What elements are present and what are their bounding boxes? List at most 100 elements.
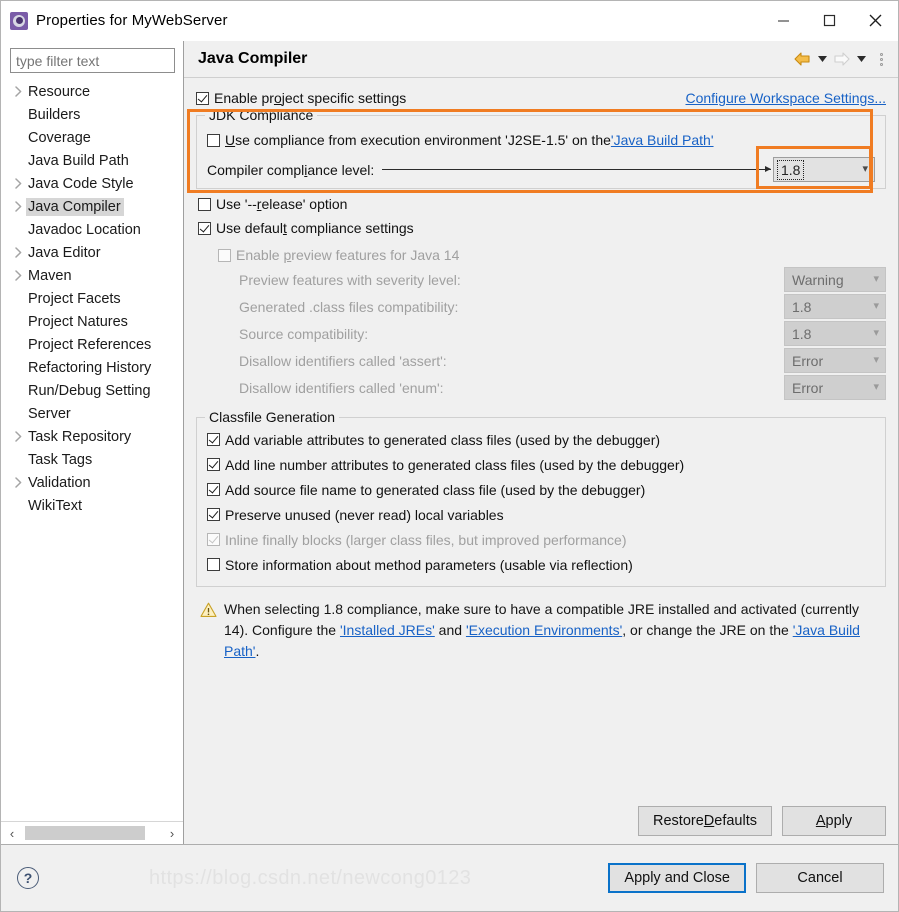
classfile-option-checkbox[interactable] (207, 433, 220, 446)
back-arrow-icon[interactable] (793, 48, 812, 70)
enable-preview-features-row: Enable preview features for Java 14 (198, 244, 886, 266)
chevron-right-icon[interactable] (11, 270, 26, 281)
sidebar-item-validation[interactable]: Validation (1, 471, 183, 494)
close-button[interactable] (852, 2, 898, 40)
compliance-option-label: Disallow identifiers called 'enum': (239, 379, 444, 396)
title-bar: Properties for MyWebServer (1, 1, 898, 41)
cancel-button[interactable]: Cancel (756, 863, 884, 893)
compliance-option-value: Error (792, 379, 824, 396)
apply-button[interactable]: Apply (782, 806, 886, 836)
page-nav-toolbar (793, 48, 889, 70)
sidebar-item-label: Project Natures (28, 313, 128, 330)
sidebar-item-label: Coverage (28, 129, 91, 146)
compliance-option-row: Preview features with severity level: War… (198, 266, 886, 293)
minimize-button[interactable] (760, 2, 806, 40)
installed-jres-link[interactable]: 'Installed JREs' (340, 622, 435, 638)
scroll-left-icon[interactable]: ‹ (1, 822, 23, 844)
compliance-option-value: 1.8 (792, 298, 812, 315)
chevron-right-icon[interactable] (11, 178, 26, 189)
sidebar-item-project-natures[interactable]: Project Natures (1, 310, 183, 333)
sidebar-item-project-facets[interactable]: Project Facets (1, 287, 183, 310)
settings-page-pane: Java Compiler Enable project specific se… (184, 41, 898, 844)
chevron-down-icon: ▾ (873, 327, 879, 339)
chevron-right-icon[interactable] (11, 477, 26, 488)
sidebar-item-label: WikiText (28, 497, 82, 514)
compiler-compliance-level-dropdown[interactable]: 1.8 ▾ (773, 157, 875, 182)
enable-project-specific-row: Enable project specific settings Configu… (196, 87, 886, 109)
use-execution-environment-checkbox[interactable] (207, 133, 220, 147)
configure-workspace-settings-link[interactable]: Configure Workspace Settings... (685, 90, 886, 106)
sidebar-item-project-references[interactable]: Project References (1, 333, 183, 356)
jdk-compliance-group: JDK Compliance Use compliance from execu… (196, 107, 886, 189)
sidebar-item-label: Javadoc Location (28, 221, 141, 238)
back-history-chevron-down-icon[interactable] (814, 48, 830, 70)
compliance-option-row: Source compatibility: 1.8 ▾ (198, 320, 886, 347)
sidebar-item-java-build-path[interactable]: Java Build Path (1, 149, 183, 172)
forward-history-chevron-down-icon[interactable] (853, 48, 869, 70)
sidebar-item-resource[interactable]: Resource (1, 80, 183, 103)
warning-icon (200, 602, 218, 662)
chevron-right-icon[interactable] (11, 431, 26, 442)
compliance-option-label: Source compatibility: (239, 325, 369, 342)
sidebar-item-java-compiler[interactable]: Java Compiler (1, 195, 183, 218)
sidebar-item-maven[interactable]: Maven (1, 264, 183, 287)
compliance-option-dropdown[interactable]: 1.8 ▾ (784, 321, 886, 346)
classfile-option-label: Store information about method parameter… (225, 556, 633, 573)
maximize-button[interactable] (806, 2, 852, 40)
classfile-option-checkbox[interactable] (207, 508, 220, 521)
sidebar-item-java-code-style[interactable]: Java Code Style (1, 172, 183, 195)
compliance-option-dropdown[interactable]: Error ▾ (784, 348, 886, 373)
classfile-option-label: Preserve unused (never read) local varia… (225, 506, 504, 523)
use-release-option-checkbox[interactable] (198, 197, 211, 211)
compliance-option-dropdown[interactable]: Warning ▾ (784, 267, 886, 292)
scroll-right-icon[interactable]: › (161, 822, 183, 844)
sidebar-item-java-editor[interactable]: Java Editor (1, 241, 183, 264)
chevron-right-icon[interactable] (11, 201, 26, 212)
sidebar-item-label: Java Build Path (28, 152, 129, 169)
classfile-generation-options: Add variable attributes to generated cla… (207, 418, 875, 577)
sidebar-item-task-tags[interactable]: Task Tags (1, 448, 183, 471)
sidebar-item-coverage[interactable]: Coverage (1, 126, 183, 149)
scrollbar-track[interactable] (23, 826, 161, 840)
use-default-compliance-checkbox[interactable] (198, 221, 211, 235)
compliance-option-row: Disallow identifiers called 'enum': Error… (198, 374, 886, 401)
enable-preview-features-checkbox[interactable] (218, 248, 231, 262)
sidebar-item-label: Refactoring History (28, 359, 152, 376)
sidebar-item-wikitext[interactable]: WikiText (1, 494, 183, 517)
sidebar-item-builders[interactable]: Builders (1, 103, 183, 126)
sidebar-item-label: Project References (28, 336, 152, 353)
sidebar-item-label: Task Repository (28, 428, 132, 445)
sidebar-item-task-repository[interactable]: Task Repository (1, 425, 183, 448)
jdk-compliance-title: JDK Compliance (205, 107, 318, 123)
disabled-compliance-options: Preview features with severity level: War… (198, 266, 886, 401)
apply-and-close-button[interactable]: Apply and Close (608, 863, 746, 893)
classfile-option-checkbox[interactable] (207, 483, 220, 496)
compliance-option-dropdown[interactable]: 1.8 ▾ (784, 294, 886, 319)
classfile-option-checkbox[interactable] (207, 558, 220, 571)
chevron-down-icon: ▾ (873, 354, 879, 366)
view-menu-icon[interactable] (873, 48, 889, 70)
jdk-compliance-inner: Use compliance from execution environmen… (207, 116, 875, 182)
chevron-right-icon[interactable] (11, 247, 26, 258)
help-icon[interactable]: ? (17, 867, 39, 889)
sidebar-item-server[interactable]: Server (1, 402, 183, 425)
chevron-right-icon[interactable] (11, 86, 26, 97)
tree-horizontal-scrollbar[interactable]: ‹ › (1, 821, 183, 844)
settings-tree[interactable]: Resource Builders Coverage Java Build Path J… (1, 78, 183, 821)
enable-project-specific-checkbox[interactable] (196, 91, 209, 105)
filter-input[interactable] (10, 48, 175, 73)
use-release-option-label: Use '--release' option (216, 196, 348, 212)
compliance-option-dropdown[interactable]: Error ▾ (784, 375, 886, 400)
execution-environments-link[interactable]: 'Execution Environments' (466, 622, 622, 638)
use-execution-environment-row: Use compliance from execution environmen… (207, 129, 875, 151)
classfile-option-checkbox[interactable] (207, 458, 220, 471)
forward-arrow-icon[interactable] (832, 48, 851, 70)
sidebar-item-javadoc-location[interactable]: Javadoc Location (1, 218, 183, 241)
sidebar-item-refactoring-history[interactable]: Refactoring History (1, 356, 183, 379)
sidebar-item-run-debug-setting[interactable]: Run/Debug Setting (1, 379, 183, 402)
scrollbar-thumb[interactable] (25, 826, 145, 840)
use-release-option-row: Use '--release' option (198, 193, 886, 215)
java-build-path-link-1[interactable]: 'Java Build Path' (611, 132, 714, 148)
restore-defaults-button[interactable]: Restore Defaults (638, 806, 772, 836)
classfile-option-row: Add line number attributes to generated … (207, 452, 875, 477)
